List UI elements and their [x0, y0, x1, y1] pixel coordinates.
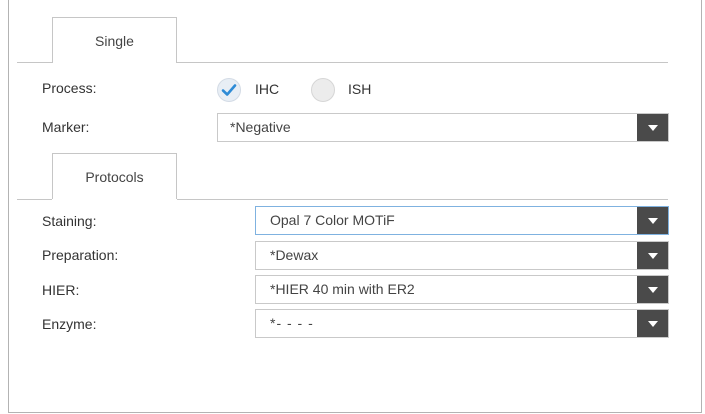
- chevron-down-icon: [647, 320, 658, 327]
- protocols-tab-line-right: [177, 199, 668, 200]
- marker-value: *Negative: [230, 119, 291, 135]
- tab-bar-line-left: [17, 62, 52, 63]
- tab-single-label: Single: [95, 32, 134, 49]
- enzyme-label: Enzyme:: [42, 316, 97, 332]
- chevron-down-icon: [647, 286, 658, 293]
- chevron-down-icon: [647, 217, 658, 224]
- preparation-label: Preparation:: [42, 247, 119, 263]
- radio-ish-label[interactable]: ISH: [348, 81, 371, 97]
- enzyme-select[interactable]: *- - - -: [255, 309, 669, 338]
- preparation-dropdown-button[interactable]: [637, 242, 668, 269]
- chevron-down-icon: [647, 252, 658, 259]
- radio-ihc-label[interactable]: IHC: [255, 81, 279, 97]
- hier-select[interactable]: *HIER 40 min with ER2: [255, 275, 669, 304]
- preparation-select[interactable]: *Dewax: [255, 241, 669, 270]
- staining-value: Opal 7 Color MOTiF: [270, 212, 395, 228]
- process-label: Process:: [42, 80, 97, 96]
- hier-label: HIER:: [42, 282, 80, 298]
- radio-ish[interactable]: [311, 78, 335, 102]
- tab-protocols[interactable]: Protocols: [52, 153, 177, 199]
- marker-dropdown-button[interactable]: [637, 114, 668, 141]
- radio-ihc[interactable]: [217, 78, 241, 102]
- tab-single[interactable]: Single: [52, 17, 177, 63]
- staining-label: Staining:: [42, 213, 97, 229]
- chevron-down-icon: [647, 124, 658, 131]
- hier-value: *HIER 40 min with ER2: [270, 281, 415, 297]
- enzyme-dropdown-button[interactable]: [637, 310, 668, 337]
- staining-dropdown-button[interactable]: [637, 207, 668, 234]
- marker-select[interactable]: *Negative: [217, 113, 669, 142]
- protocols-tab-line-left: [17, 199, 52, 200]
- tab-protocols-label: Protocols: [85, 168, 144, 185]
- checkmark-icon: [221, 84, 237, 96]
- preparation-value: *Dewax: [270, 247, 319, 263]
- staining-select[interactable]: Opal 7 Color MOTiF: [255, 206, 669, 235]
- tab-bar-line-right: [177, 62, 668, 63]
- enzyme-value: *- - - -: [270, 315, 314, 331]
- marker-label: Marker:: [42, 119, 90, 135]
- hier-dropdown-button[interactable]: [637, 276, 668, 303]
